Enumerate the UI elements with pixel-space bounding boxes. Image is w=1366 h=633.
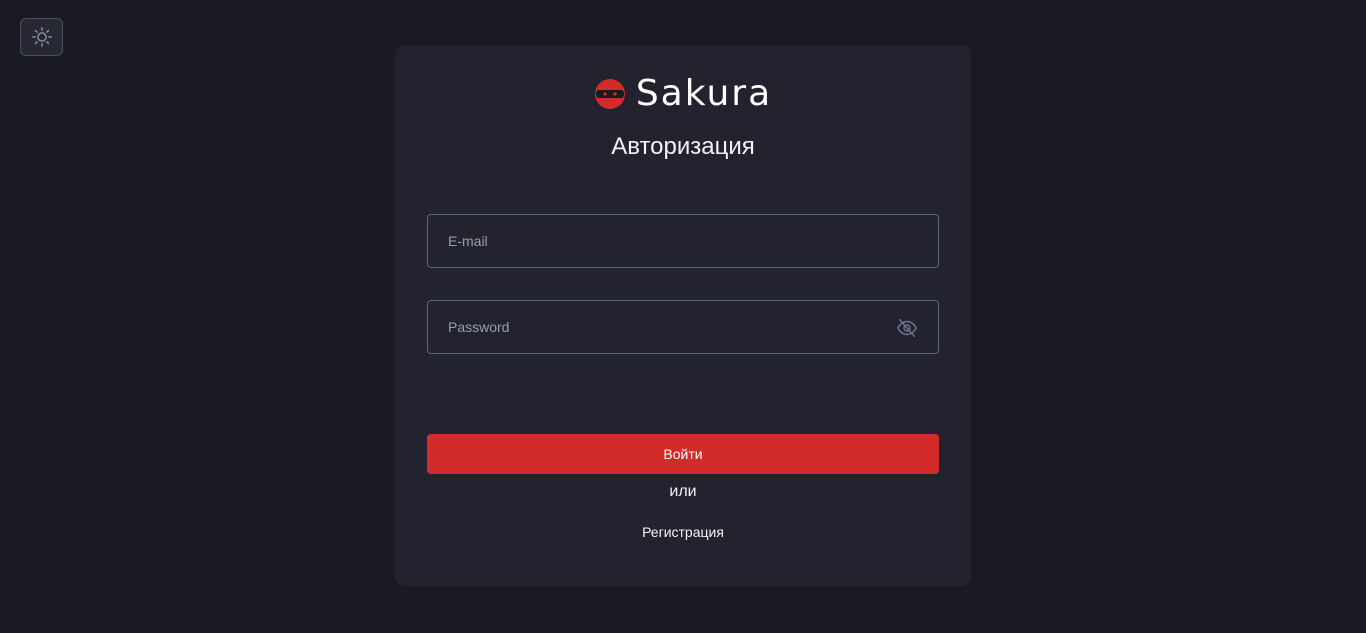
password-field[interactable] <box>428 301 938 353</box>
sun-icon <box>31 27 52 47</box>
brand-name: Sakura <box>635 73 773 114</box>
page-title: Авторизация <box>611 133 755 160</box>
brand-logo: Sakura <box>395 74 971 114</box>
password-field-container <box>427 300 939 354</box>
ninja-logo-icon <box>594 79 625 109</box>
email-field-container <box>427 214 939 268</box>
eye-off-icon[interactable] <box>896 317 918 339</box>
theme-toggle-button[interactable] <box>20 18 63 56</box>
register-link[interactable]: Регистрация <box>0 524 1366 540</box>
login-button[interactable]: Войти <box>427 434 939 474</box>
or-separator: или <box>669 483 697 500</box>
email-field[interactable] <box>428 215 938 267</box>
